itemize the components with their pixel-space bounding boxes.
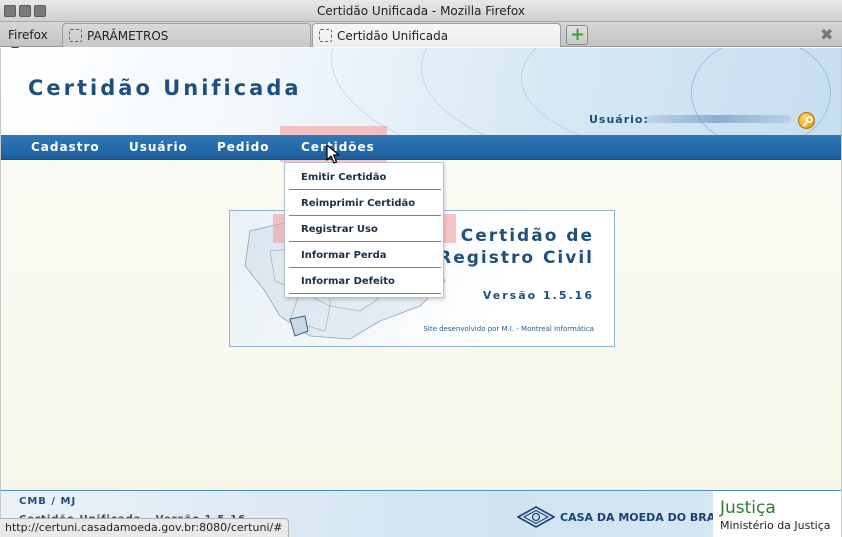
certidoes-dropdown: Emitir Certidão Reimprimir Certidão Regi… bbox=[284, 162, 444, 298]
window-title: Certidão Unificada - Mozilla Firefox bbox=[317, 4, 525, 18]
ministerio-logo: Justiça Ministério da Justiça bbox=[713, 491, 841, 537]
menu-separator bbox=[289, 241, 441, 242]
card-title-line2: Registro Civil bbox=[438, 248, 594, 268]
menu-item-reimprimir-certidao[interactable]: Reimprimir Certidão bbox=[301, 198, 415, 209]
tab-certidao-unificada[interactable]: Certidão Unificada bbox=[312, 23, 561, 47]
tab-strip: Firefox PARÂMETROS Certidão Unificada + … bbox=[0, 22, 842, 52]
main-nav: Cadastro Usuário Pedido Certidões bbox=[1, 135, 841, 160]
card-title: Certidão de Registro Civil bbox=[438, 225, 594, 269]
key-icon[interactable] bbox=[798, 112, 815, 129]
card-version: Versão 1.5.16 bbox=[482, 289, 594, 302]
card-credit: Site desenvolvido por M.I. - Montreal In… bbox=[423, 325, 594, 333]
new-tab-button[interactable]: + bbox=[566, 24, 588, 45]
firefox-menu-button[interactable]: Firefox bbox=[2, 25, 58, 52]
tab-label: Certidão Unificada bbox=[337, 29, 449, 43]
page-content: Certidão Unificada Usuário: Cadastro Usu… bbox=[0, 48, 842, 537]
cursor-icon bbox=[326, 144, 340, 164]
footer-org: CMB / MJ bbox=[19, 496, 77, 507]
window-titlebar: Certidão Unificada - Mozilla Firefox bbox=[0, 0, 842, 22]
menu-item-registrar-uso[interactable]: Registrar Uso bbox=[301, 224, 378, 235]
menu-separator bbox=[289, 215, 441, 216]
tab-label: PARÂMETROS bbox=[87, 29, 169, 43]
menu-separator bbox=[289, 189, 441, 190]
menu-item-emitir-certidao[interactable]: Emitir Certidão bbox=[301, 172, 386, 183]
status-bar-url: http://certuni.casadamoeda.gov.br:8080/c… bbox=[0, 518, 290, 537]
card-title-line1: Certidão de bbox=[460, 226, 594, 246]
tab-parametros[interactable]: PARÂMETROS bbox=[62, 23, 311, 47]
new-tab-icon: + bbox=[570, 24, 586, 45]
menu-item-informar-defeito[interactable]: Informar Defeito bbox=[301, 276, 395, 287]
ministerio-label: Ministério da Justiça bbox=[720, 519, 831, 532]
menu-separator bbox=[289, 293, 441, 294]
tab-favicon-icon bbox=[69, 29, 82, 42]
menu-item-informar-perda[interactable]: Informar Perda bbox=[301, 250, 387, 261]
close-tabs-icon[interactable]: ✖ bbox=[820, 25, 833, 44]
cmb-name: CASA DA MOEDA DO BRASIL bbox=[560, 511, 735, 524]
user-label: Usuário: bbox=[589, 113, 649, 126]
menu-separator bbox=[289, 267, 441, 268]
app-title: Certidão Unificada bbox=[28, 76, 302, 100]
nav-item-usuario[interactable]: Usuário bbox=[129, 140, 188, 154]
nav-item-cadastro[interactable]: Cadastro bbox=[31, 140, 100, 154]
site-header: Certidão Unificada Usuário: bbox=[1, 48, 841, 135]
justica-label: Justiça bbox=[720, 498, 776, 518]
tab-favicon-icon bbox=[319, 29, 332, 42]
cmb-logo-icon bbox=[517, 506, 555, 528]
firefox-menu-label: Firefox bbox=[8, 28, 48, 42]
user-name-redacted bbox=[646, 115, 791, 123]
nav-item-pedido[interactable]: Pedido bbox=[217, 140, 269, 154]
